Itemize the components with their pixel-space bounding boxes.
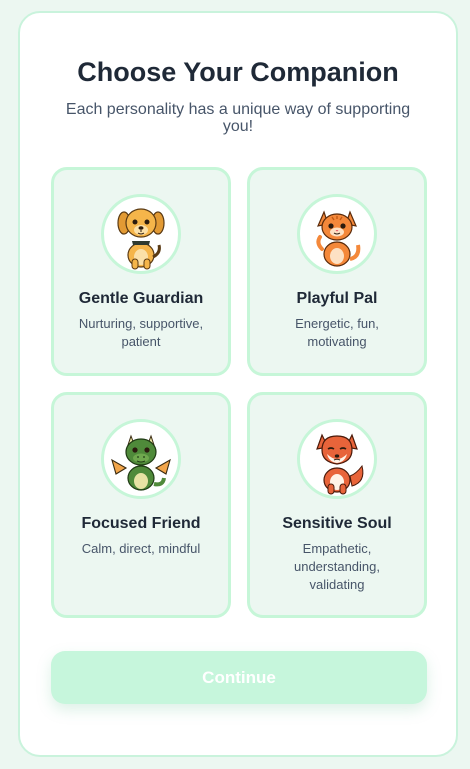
companion-avatar xyxy=(101,194,181,274)
companion-option-sensitive-soul[interactable]: Sensitive Soul Empathetic, understanding… xyxy=(247,392,427,618)
fox-icon xyxy=(316,433,364,495)
companion-avatar xyxy=(101,419,181,499)
dragon-icon xyxy=(111,434,171,491)
companion-avatar xyxy=(297,194,377,274)
companion-name: Gentle Guardian xyxy=(78,290,204,307)
companion-name: Sensitive Soul xyxy=(282,515,392,532)
companion-avatar xyxy=(297,419,377,499)
companion-name: Playful Pal xyxy=(296,290,378,307)
companion-description: Energetic, fun, motivating xyxy=(295,316,379,349)
companion-option-focused-friend[interactable]: Focused Friend Calm, direct, mindful xyxy=(51,392,231,618)
companion-name: Focused Friend xyxy=(81,515,201,532)
companion-selection-card: Choose Your Companion Each personality h… xyxy=(18,11,458,757)
companion-option-gentle-guardian[interactable]: Gentle Guardian Nurturing, supportive, p… xyxy=(51,167,231,376)
puppy-icon xyxy=(117,208,165,270)
continue-button[interactable]: Continue xyxy=(51,651,427,704)
page-title: Choose Your Companion xyxy=(77,57,399,87)
kitten-icon xyxy=(316,210,361,267)
page-subtitle: Each personality has a unique way of sup… xyxy=(65,101,411,135)
companion-option-playful-pal[interactable]: Playful Pal Energetic, fun, motivating xyxy=(247,167,427,376)
companion-description: Nurturing, supportive, patient xyxy=(78,316,204,349)
companion-description: Empathetic, understanding, validating xyxy=(293,541,380,592)
companion-description: Calm, direct, mindful xyxy=(81,541,201,556)
